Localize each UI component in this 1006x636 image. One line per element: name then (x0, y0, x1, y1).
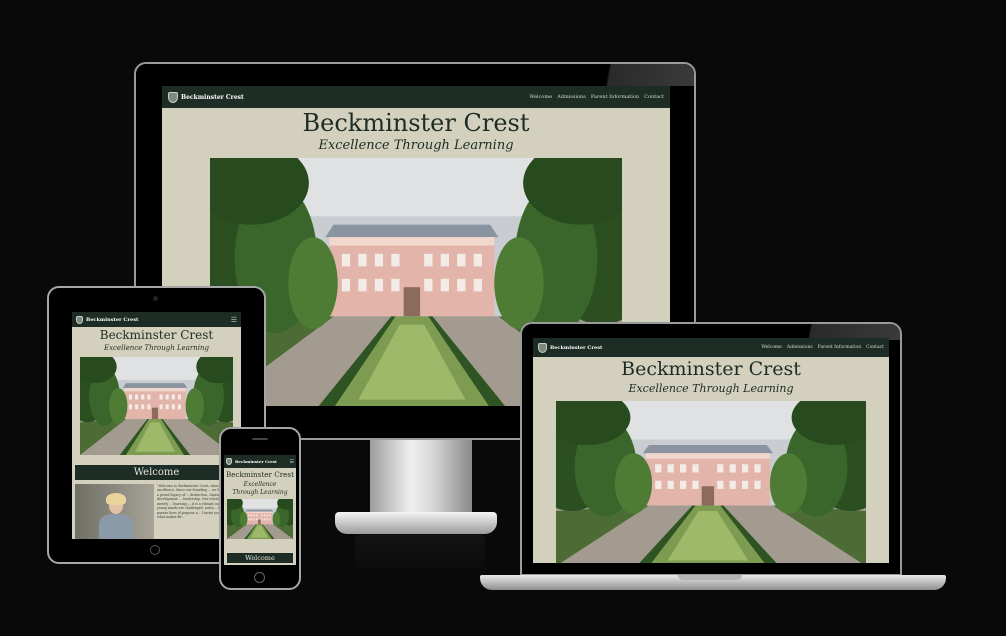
monitor-stand-reflection (355, 535, 485, 575)
tablet-screen: Beckminster Crest ☰ Beckminster Crest Ex… (72, 312, 241, 539)
site-title: Beckminster Crest (621, 358, 801, 380)
tablet-camera (153, 296, 158, 301)
site-title: Beckminster Crest (99, 328, 214, 342)
site-tagline: Excellence Through Learning (232, 481, 288, 496)
phone-speaker (252, 438, 268, 440)
monitor-glare (590, 64, 694, 86)
nav-link-welcome[interactable]: Welcome (761, 345, 782, 350)
hero-image (227, 499, 293, 539)
site-logo[interactable]: Beckminster Crest (226, 458, 277, 465)
site-logo[interactable]: Beckminster Crest (538, 342, 603, 353)
phone-home-button[interactable] (254, 572, 265, 583)
nav-link-admissions[interactable]: Admissions (787, 345, 813, 350)
site-title: Beckminster Crest (302, 109, 530, 137)
site-tagline: Excellence Through Learning (103, 344, 210, 352)
site-nav: Beckminster Crest ☰ (224, 455, 296, 468)
site-logo[interactable]: Beckminster Crest (76, 315, 139, 324)
principal-portrait (75, 484, 154, 539)
crest-icon (538, 342, 547, 353)
site-title: Beckminster Crest (226, 470, 294, 479)
nav-link-parent-information[interactable]: Parent Information (818, 345, 861, 350)
hero-image (80, 357, 233, 455)
site-nav: Beckminster Crest Welcome Admissions Par… (162, 86, 670, 108)
hamburger-menu-icon[interactable]: ☰ (290, 459, 294, 465)
site-tagline: Excellence Through Learning (318, 138, 514, 153)
logo-text: Beckminster Crest (86, 316, 139, 323)
site-nav: Beckminster Crest ☰ (72, 312, 241, 327)
phone-screen: Beckminster Crest ☰ Beckminster Crest Ex… (224, 455, 296, 565)
logo-text: Beckminster Crest (550, 344, 603, 351)
welcome-heading: Welcome (227, 553, 293, 563)
nav-links: Welcome Admissions Parent Information Co… (761, 345, 884, 350)
site-logo[interactable]: Beckminster Crest (168, 91, 244, 103)
hamburger-menu-icon[interactable]: ☰ (231, 316, 237, 324)
crest-icon (76, 315, 83, 324)
laptop-notch (678, 575, 742, 580)
welcome-heading: Welcome (75, 465, 238, 480)
logo-text: Beckminster Crest (235, 459, 277, 464)
nav-link-contact[interactable]: Contact (644, 94, 664, 100)
nav-link-contact[interactable]: Contact (866, 345, 884, 350)
crest-icon (168, 91, 178, 103)
site-tagline: Excellence Through Learning (628, 382, 794, 395)
nav-links: Welcome Admissions Parent Information Co… (529, 94, 664, 100)
tablet-home-button[interactable] (150, 545, 160, 555)
monitor-stand-neck (370, 436, 472, 514)
nav-link-admissions[interactable]: Admissions (557, 94, 586, 100)
crest-icon (226, 458, 232, 465)
laptop-screen: Beckminster Crest Welcome Admissions Par… (533, 338, 889, 563)
site-nav: Beckminster Crest Welcome Admissions Par… (533, 338, 889, 357)
nav-link-welcome[interactable]: Welcome (529, 94, 552, 100)
logo-text: Beckminster Crest (181, 93, 244, 101)
monitor-stand-base (335, 512, 497, 534)
hero-image (556, 401, 866, 563)
nav-link-parent-information[interactable]: Parent Information (591, 94, 639, 100)
